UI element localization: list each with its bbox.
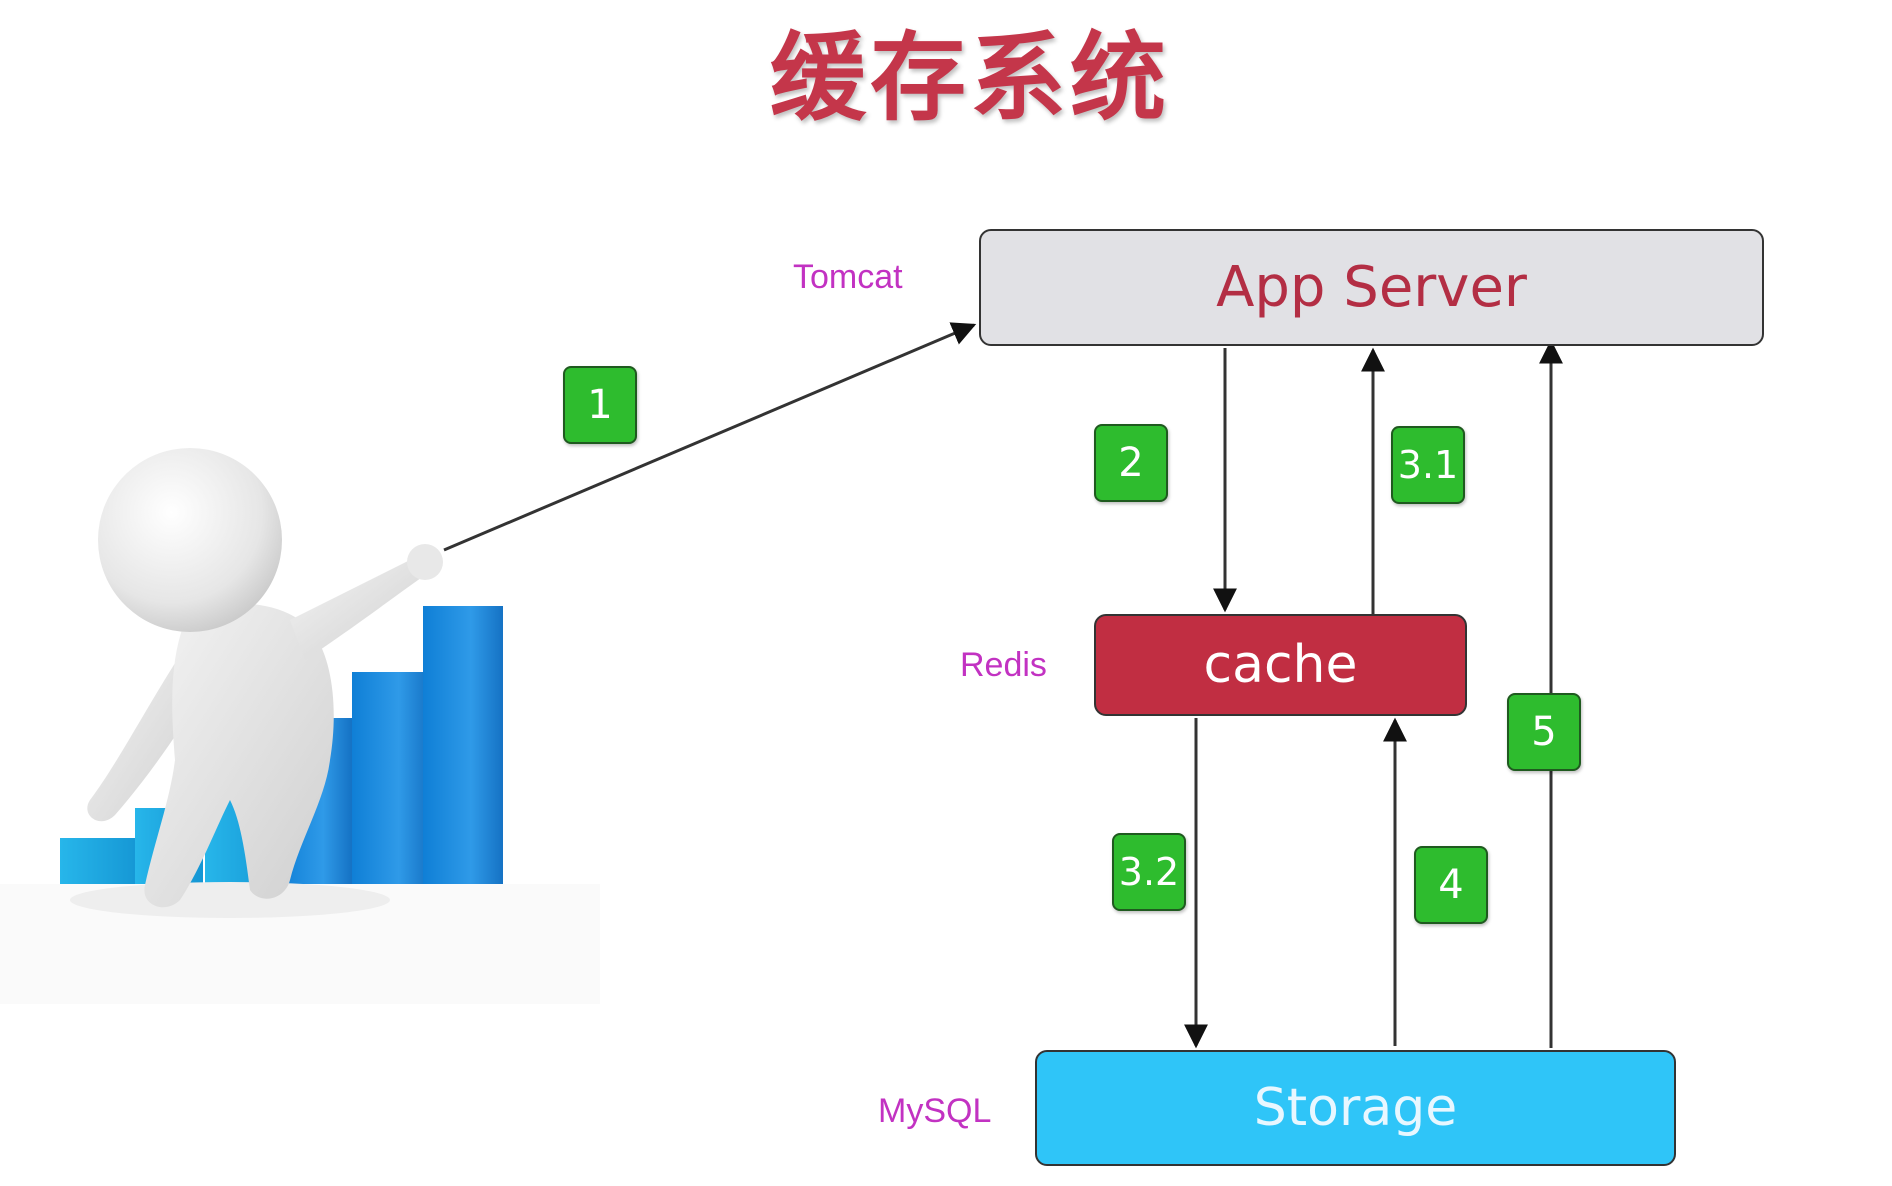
mysql-label: MySQL xyxy=(878,1092,992,1130)
cache-label: cache xyxy=(1203,635,1358,695)
step-badge-3-1: 3.1 xyxy=(1391,426,1465,504)
app-server-node: App Server xyxy=(979,229,1764,346)
redis-label: Redis xyxy=(960,646,1047,684)
step-badge-1: 1 xyxy=(563,366,637,444)
step-badge-3-2: 3.2 xyxy=(1112,833,1186,911)
arrow-1-user-to-app xyxy=(443,322,977,552)
step-badge-2: 2 xyxy=(1094,424,1168,502)
tomcat-label: Tomcat xyxy=(793,258,903,296)
cache-node: cache xyxy=(1094,614,1467,716)
step-badge-4: 4 xyxy=(1414,846,1488,924)
flow-arrows xyxy=(443,322,1563,1049)
storage-label: Storage xyxy=(1253,1078,1458,1138)
storage-node: Storage xyxy=(1035,1050,1676,1166)
app-server-label: App Server xyxy=(1216,255,1527,320)
step-badge-5: 5 xyxy=(1507,693,1581,771)
